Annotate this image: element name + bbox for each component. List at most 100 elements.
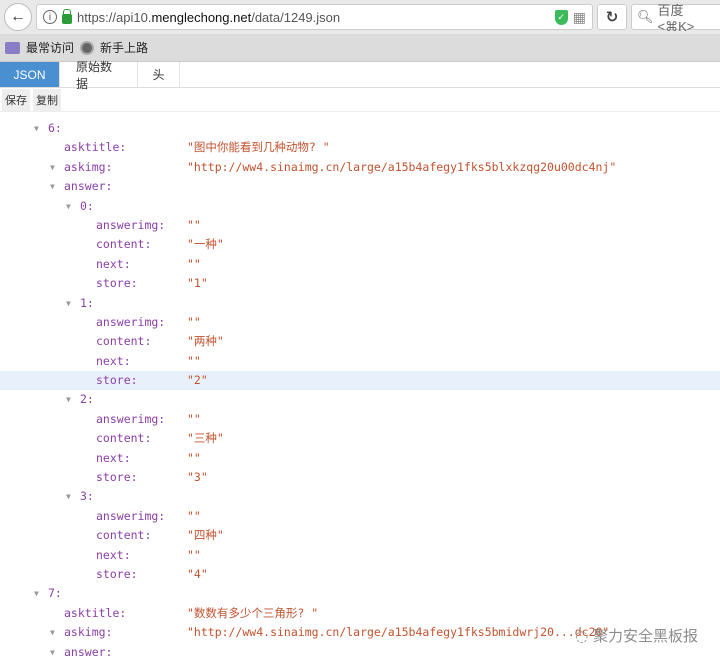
shield-icon[interactable]: ✓: [554, 9, 568, 25]
json-row[interactable]: next: "": [0, 255, 720, 274]
json-key: next:: [96, 353, 131, 368]
json-key: 6:: [48, 121, 62, 135]
json-value: "四种": [187, 528, 224, 543]
json-value: "": [187, 256, 201, 271]
json-key: 2:: [80, 392, 94, 407]
json-row[interactable]: ▼ 2:: [0, 390, 720, 409]
url-text: https://api10.menglechong.net/data/1249.…: [77, 9, 341, 25]
json-key: 1:: [80, 295, 94, 310]
json-row[interactable]: ▼ 6:: [0, 119, 720, 138]
tab-headers[interactable]: 头: [138, 62, 180, 87]
json-key: asktitle:: [64, 140, 127, 155]
json-row[interactable]: next: "": [0, 352, 720, 371]
json-row[interactable]: ▼ 7:: [0, 584, 720, 603]
expand-toggle-icon[interactable]: ▼: [50, 158, 55, 177]
navigation-bar: ← i https://api10.menglechong.net/data/1…: [0, 0, 720, 34]
expand-toggle-icon[interactable]: ▼: [66, 390, 71, 409]
json-key: content:: [96, 431, 152, 446]
json-row[interactable]: store: "3": [0, 468, 720, 487]
expand-toggle-icon[interactable]: ▼: [50, 623, 55, 642]
json-key: 3:: [80, 489, 94, 504]
save-button[interactable]: 保存: [2, 88, 30, 111]
json-value: "3": [187, 470, 208, 485]
json-row[interactable]: ▼ 1:: [0, 294, 720, 313]
expand-toggle-icon[interactable]: ▼: [66, 294, 71, 313]
json-key: store:: [96, 373, 138, 388]
json-key: answerimg:: [96, 508, 166, 523]
json-row[interactable]: content: "两种": [0, 332, 720, 351]
json-row[interactable]: ▼ answer:: [0, 177, 720, 196]
bookmark-most-visited[interactable]: 最常访问: [26, 39, 74, 56]
json-value: "": [187, 314, 201, 329]
json-key: content:: [96, 334, 152, 349]
viewer-tabs: JSON 原始数据 头: [0, 60, 720, 91]
json-key: answerimg:: [96, 217, 166, 232]
json-value: "http://ww4.sinaimg.cn/large/a15b4afegy1…: [187, 625, 610, 640]
json-row[interactable]: next: "": [0, 546, 720, 565]
json-value: "两种": [187, 334, 224, 349]
expand-toggle-icon[interactable]: ▼: [50, 643, 55, 662]
json-key: answerimg:: [96, 411, 166, 426]
reload-button[interactable]: ↻: [597, 4, 627, 30]
tab-json[interactable]: JSON: [0, 62, 60, 87]
json-value: "": [187, 508, 201, 523]
json-key: askimg:: [64, 159, 113, 174]
json-row[interactable]: ▼ askimg: "http://ww4.sinaimg.cn/large/a15…: [0, 158, 720, 177]
json-value: "http://ww4.sinaimg.cn/large/a15b4afegy1…: [187, 159, 617, 174]
qr-code-icon[interactable]: ▦: [573, 9, 586, 26]
json-value: "": [187, 450, 201, 465]
json-row[interactable]: content: "四种": [0, 526, 720, 545]
json-key: next:: [96, 256, 131, 271]
json-value: "一种": [187, 237, 224, 252]
json-key: answer:: [64, 644, 113, 659]
json-row[interactable]: store: "1": [0, 274, 720, 293]
json-row[interactable]: ▼ 3:: [0, 487, 720, 506]
search-icon: 🔍︎: [637, 9, 654, 24]
expand-toggle-icon[interactable]: ▼: [50, 177, 55, 196]
json-row[interactable]: answerimg: "": [0, 313, 720, 332]
json-tree: ▼ 6: asktitle: "图中你能看到几种动物? " ▼ askimg: "http:…: [0, 119, 720, 662]
json-row[interactable]: answerimg: "": [0, 410, 720, 429]
json-row[interactable]: content: "三种": [0, 429, 720, 448]
back-button[interactable]: ←: [4, 3, 32, 31]
json-row[interactable]: store: "4": [0, 565, 720, 584]
info-icon[interactable]: i: [43, 10, 57, 24]
json-key: 0:: [80, 198, 94, 213]
json-value: "2": [187, 373, 208, 388]
json-key: answer:: [64, 179, 113, 194]
copy-button[interactable]: 复制: [33, 88, 61, 111]
json-value: "数数有多少个三角形? ": [187, 605, 319, 620]
json-value: "": [187, 353, 201, 368]
watermark: ◌ 聚力安全黑板报: [575, 627, 698, 645]
json-row[interactable]: content: "一种": [0, 235, 720, 254]
search-input[interactable]: 🔍︎ 百度 <⌘K>: [631, 3, 720, 34]
json-value: "": [187, 411, 201, 426]
expand-toggle-icon[interactable]: ▼: [66, 487, 71, 506]
json-row[interactable]: store: "2": [0, 371, 720, 391]
json-value: "图中你能看到几种动物? ": [187, 140, 330, 155]
expand-toggle-icon[interactable]: ▼: [66, 197, 71, 216]
expand-toggle-icon[interactable]: ▼: [34, 119, 39, 138]
json-row[interactable]: next: "": [0, 449, 720, 468]
json-key: store:: [96, 276, 138, 291]
json-key: content:: [96, 237, 152, 252]
json-key: store:: [96, 566, 138, 581]
json-key: store:: [96, 470, 138, 485]
json-row[interactable]: answerimg: "": [0, 216, 720, 235]
address-bar[interactable]: i https://api10.menglechong.net/data/124…: [36, 4, 593, 30]
json-key: content:: [96, 528, 152, 543]
globe-icon: [80, 40, 95, 55]
json-row[interactable]: asktitle: "图中你能看到几种动物? ": [0, 138, 720, 157]
json-row[interactable]: ▼ 0:: [0, 197, 720, 216]
json-key: askimg:: [64, 625, 113, 640]
json-key: next:: [96, 450, 131, 465]
tab-raw-data[interactable]: 原始数据: [60, 60, 138, 91]
lock-icon: [62, 8, 72, 24]
json-value: "": [187, 547, 201, 562]
json-value: "4": [187, 566, 208, 581]
json-row[interactable]: answerimg: "": [0, 507, 720, 526]
json-row[interactable]: asktitle: "数数有多少个三角形? ": [0, 604, 720, 623]
expand-toggle-icon[interactable]: ▼: [34, 584, 39, 603]
json-key: next:: [96, 547, 131, 562]
bookmark-getting-started[interactable]: 新手上路: [100, 39, 148, 56]
